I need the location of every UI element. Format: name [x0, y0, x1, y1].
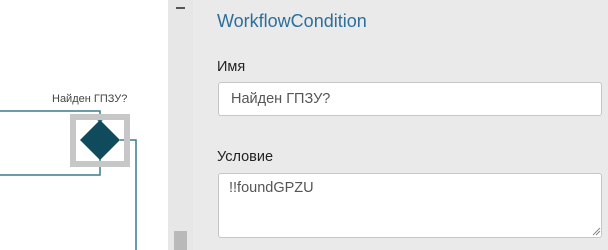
properties-panel: WorkflowCondition Имя Условие !!foundGPZ…	[193, 0, 608, 250]
workflow-canvas[interactable]: Найден ГПЗУ?	[0, 0, 168, 250]
panel-title: WorkflowCondition	[217, 11, 367, 31]
name-label: Имя	[217, 59, 246, 75]
diamond-condition-icon[interactable]	[80, 120, 120, 160]
workflow-diagram	[0, 110, 137, 250]
scrollbar-thumb[interactable]	[174, 231, 187, 250]
condition-field[interactable]: !!foundGPZU	[218, 173, 602, 238]
collapse-icon[interactable]	[176, 7, 185, 9]
node-label: Найден ГПЗУ?	[52, 93, 128, 105]
condition-label: Условие	[217, 149, 274, 165]
name-field[interactable]	[218, 82, 602, 116]
panel-splitter[interactable]	[168, 0, 193, 250]
resize-grip-icon[interactable]	[591, 226, 601, 236]
